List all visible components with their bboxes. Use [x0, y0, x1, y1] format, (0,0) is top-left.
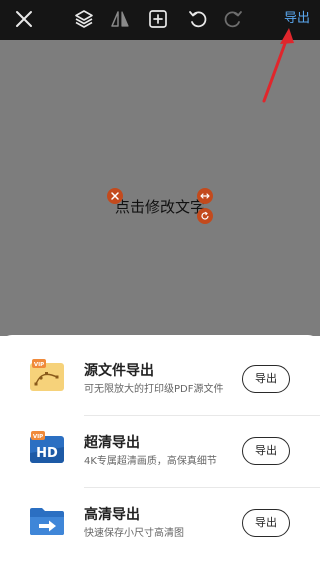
export-button[interactable]: 导出: [284, 10, 310, 28]
hd-label: HD: [36, 446, 58, 461]
top-toolbar: 导出: [0, 0, 320, 40]
option-title: 超清导出: [84, 435, 140, 451]
rotate-icon: [201, 211, 209, 220]
flip-icon[interactable]: [109, 8, 131, 30]
redo-icon[interactable]: [222, 8, 244, 30]
vip-badge: VIP: [34, 362, 44, 368]
editor-canvas[interactable]: 点击修改文字: [0, 40, 320, 336]
delete-handle[interactable]: [107, 188, 123, 204]
option-desc: 可无限放大的打印级PDF源文件: [84, 384, 224, 395]
source-file-icon: VIP: [30, 359, 64, 391]
export-option-hd[interactable]: 高清导出 快速保存小尺寸高清图 导出: [22, 489, 302, 559]
export-sheet: VIP 源文件导出 可无限放大的打印级PDF源文件 导出 VIP HD 超清导出…: [0, 335, 320, 569]
close-small-icon: [111, 192, 119, 200]
export-option-uhd[interactable]: VIP HD 超清导出 4K专属超清画质，高保真细节 导出: [22, 417, 302, 487]
option-title: 高清导出: [84, 507, 140, 523]
export-source-button[interactable]: 导出: [242, 365, 290, 393]
export-uhd-button[interactable]: 导出: [242, 437, 290, 465]
undo-icon[interactable]: [187, 8, 209, 30]
divider: [84, 487, 320, 488]
export-option-source[interactable]: VIP 源文件导出 可无限放大的打印级PDF源文件 导出: [22, 345, 302, 415]
option-desc: 快速保存小尺寸高清图: [84, 528, 184, 539]
horizontal-arrows-icon: [200, 193, 210, 199]
add-element-icon[interactable]: [147, 8, 169, 30]
export-hd-button[interactable]: 导出: [242, 509, 290, 537]
vip-badge: VIP: [33, 434, 43, 440]
divider: [84, 415, 320, 416]
option-title: 源文件导出: [84, 363, 154, 379]
text-element[interactable]: 点击修改文字: [115, 197, 205, 217]
option-desc: 4K专属超清画质，高保真细节: [84, 456, 217, 467]
resize-handle[interactable]: [197, 188, 213, 204]
layers-icon[interactable]: [73, 8, 95, 30]
close-icon[interactable]: [13, 8, 35, 30]
hd-icon: VIP HD: [30, 431, 64, 463]
rotate-handle[interactable]: [197, 208, 213, 224]
folder-export-icon: [30, 508, 64, 535]
